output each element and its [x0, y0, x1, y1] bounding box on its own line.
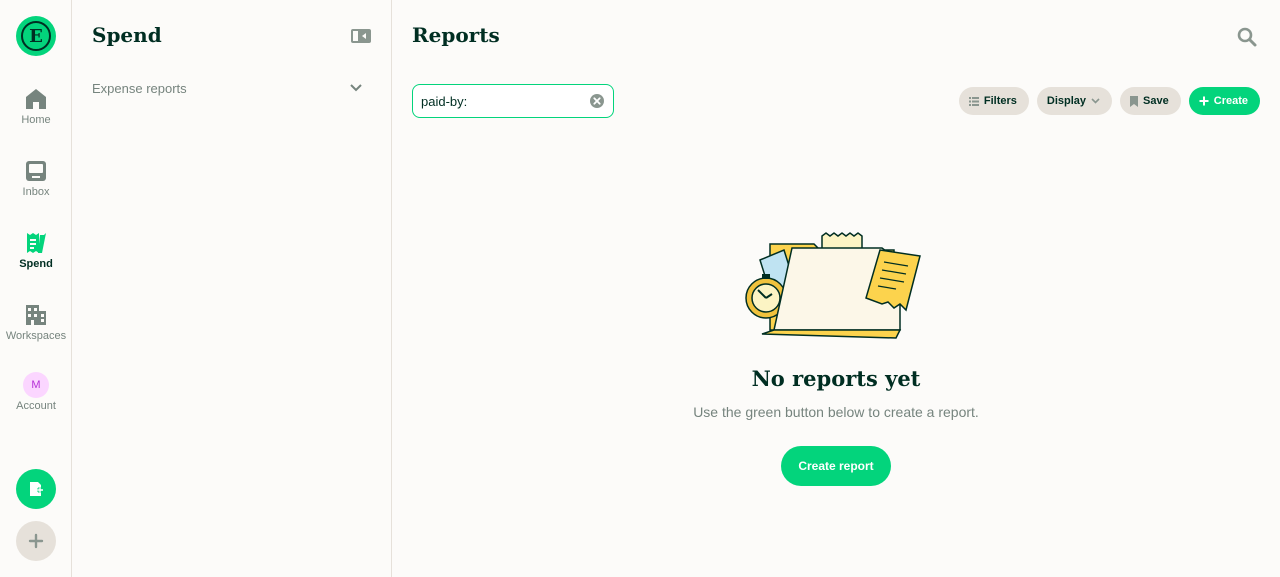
display-label: Display — [1046, 95, 1087, 107]
nav-label-spend: Spend — [19, 258, 53, 270]
expensify-logo[interactable]: E — [16, 16, 56, 56]
nav-label-inbox: Inbox — [22, 186, 50, 198]
toolbar: Filters Display Save Create — [958, 87, 1260, 115]
page-title: Reports — [412, 23, 500, 47]
home-icon — [23, 86, 49, 112]
nav-item-spend[interactable]: Spend — [0, 230, 72, 286]
nav-item-workspaces[interactable]: Workspaces — [0, 302, 72, 358]
create-report-button[interactable]: Create report — [781, 446, 891, 486]
empty-state-title: No reports yet — [751, 366, 921, 391]
create-button[interactable]: Create — [1188, 87, 1260, 115]
save-button[interactable]: Save — [1120, 87, 1181, 115]
nav-label-home: Home — [21, 114, 51, 126]
main-content: Reports Filters Display Save Create — [392, 0, 1280, 577]
search-input[interactable] — [421, 93, 589, 109]
quick-create-button[interactable] — [16, 469, 56, 509]
new-expense-icon — [30, 482, 43, 496]
sidebar-item-expense-reports[interactable]: Expense reports — [92, 78, 362, 98]
filters-label: Filters — [983, 95, 1017, 107]
filters-button[interactable]: Filters — [958, 87, 1029, 115]
nav-item-home[interactable]: Home — [0, 86, 72, 142]
sidebar-item-label: Expense reports — [92, 80, 187, 96]
logo-letter: E — [21, 21, 51, 51]
empty-folder-illustration — [745, 232, 921, 339]
nav-label-workspaces: Workspaces — [5, 330, 67, 342]
search-field — [412, 84, 614, 118]
add-button[interactable] — [16, 521, 56, 561]
clear-search-button[interactable] — [589, 93, 605, 109]
create-label: Create — [1213, 95, 1248, 107]
receipt-icon — [23, 230, 49, 256]
collapse-sidebar-icon — [351, 29, 371, 43]
avatar: M — [23, 372, 49, 398]
clear-icon — [590, 94, 604, 108]
nav-item-inbox[interactable]: Inbox — [0, 158, 72, 214]
save-label: Save — [1143, 95, 1169, 107]
building-icon — [23, 302, 49, 328]
nav-label-account: Account — [16, 400, 56, 412]
inbox-icon — [23, 158, 49, 184]
empty-state-subtitle: Use the green button below to create a r… — [693, 404, 979, 420]
plus-icon — [28, 533, 44, 549]
collapse-sidebar-button[interactable] — [350, 28, 372, 44]
display-button[interactable]: Display — [1036, 87, 1113, 115]
chevron-down-icon — [1091, 98, 1100, 104]
sidebar-title: Spend — [92, 23, 162, 47]
nav-item-account[interactable]: M Account — [0, 372, 72, 428]
plus-icon — [1199, 96, 1209, 106]
nav-rail: E Home Inbox Spend Workspaces M Account — [0, 0, 72, 577]
search-icon — [1237, 27, 1257, 47]
bookmark-icon — [1130, 95, 1139, 107]
filter-icon — [968, 96, 979, 106]
spend-sidebar: Spend Expense reports — [72, 0, 392, 577]
chevron-down-icon — [350, 84, 362, 92]
search-button[interactable] — [1236, 26, 1258, 48]
